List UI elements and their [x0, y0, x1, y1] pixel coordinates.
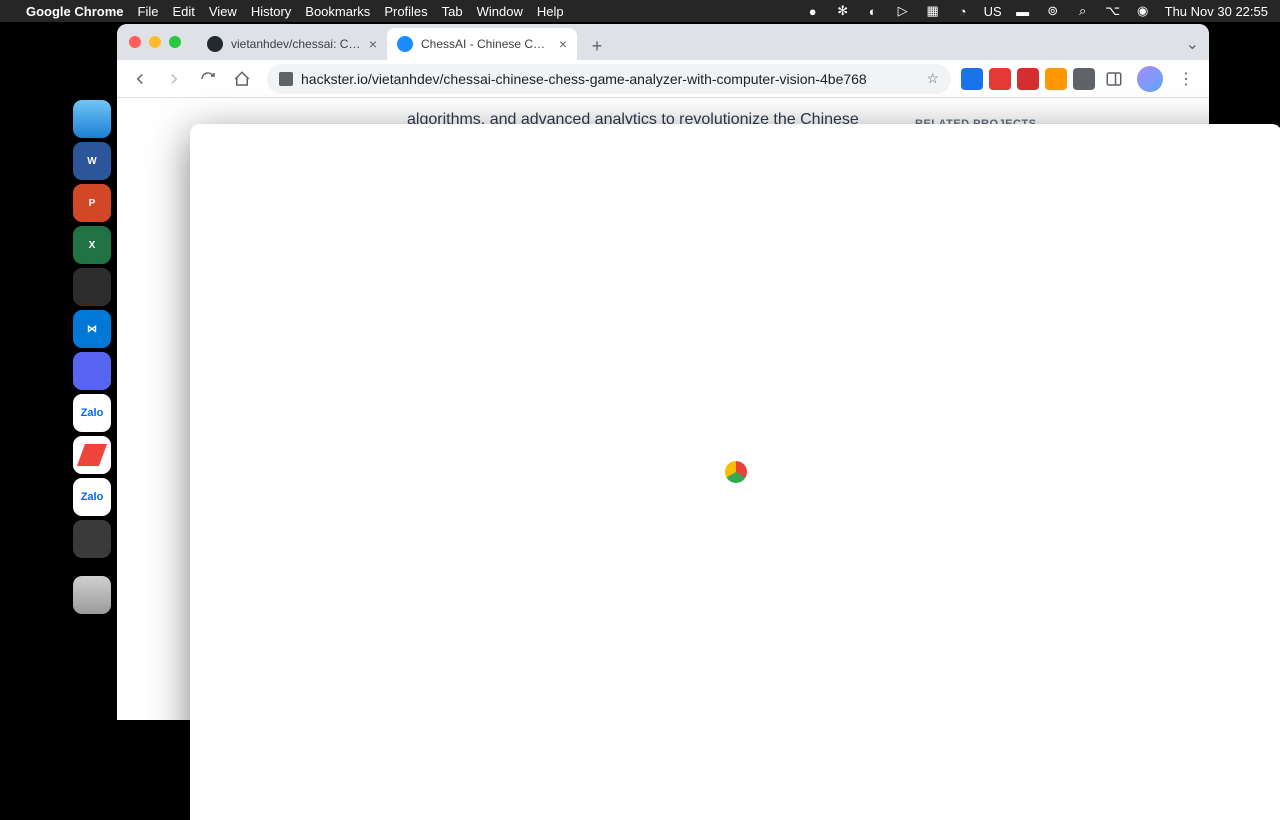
- status-icon[interactable]: ◐: [865, 3, 881, 19]
- extension-icon[interactable]: [961, 68, 983, 90]
- dock-anydesk[interactable]: [73, 436, 111, 474]
- tab-title: vietanhdev/chessai: Chinese: [231, 37, 361, 51]
- tab-close-icon[interactable]: ×: [559, 36, 567, 52]
- back-button[interactable]: [125, 64, 155, 94]
- dock-chrome[interactable]: [190, 124, 1280, 820]
- window-close[interactable]: [129, 36, 141, 48]
- dock-discord[interactable]: [73, 352, 111, 390]
- reload-button[interactable]: [193, 64, 223, 94]
- settings-icon[interactable]: ✻: [835, 3, 851, 19]
- play-icon[interactable]: ▷: [895, 3, 911, 19]
- menu-view[interactable]: View: [209, 4, 237, 19]
- menu-window[interactable]: Window: [477, 4, 523, 19]
- control-center-icon[interactable]: ⌥: [1105, 3, 1121, 19]
- input-source[interactable]: US: [985, 3, 1001, 19]
- menu-file[interactable]: File: [138, 4, 159, 19]
- dock-quicktime[interactable]: [73, 520, 111, 558]
- toolbar: hackster.io/vietanhdev/chessai-chinese-c…: [117, 60, 1209, 98]
- app-name[interactable]: Google Chrome: [26, 4, 124, 19]
- new-tab-button[interactable]: +: [583, 32, 611, 60]
- dock-terminal[interactable]: [73, 268, 111, 306]
- battery-icon[interactable]: ▬: [1015, 3, 1031, 19]
- site-info-icon[interactable]: [279, 72, 293, 86]
- wifi-icon[interactable]: ⊚: [1045, 3, 1061, 19]
- extension-icon[interactable]: [1045, 68, 1067, 90]
- forward-button[interactable]: [159, 64, 189, 94]
- tab-hackster[interactable]: ChessAI - Chinese Chess Ga ×: [387, 28, 577, 60]
- profile-avatar[interactable]: [1137, 66, 1163, 92]
- url-text: hackster.io/vietanhdev/chessai-chinese-c…: [301, 71, 918, 87]
- side-panel-icon[interactable]: [1099, 64, 1129, 94]
- window-zoom[interactable]: [169, 36, 181, 48]
- menu-tab[interactable]: Tab: [442, 4, 463, 19]
- dock: W P X ⋈ Zalo Zalo: [73, 100, 115, 614]
- hackster-favicon: [397, 36, 413, 52]
- dock-powerpoint[interactable]: P: [73, 184, 111, 222]
- tab-close-icon[interactable]: ×: [369, 36, 377, 52]
- extension-icon[interactable]: [1017, 68, 1039, 90]
- menu-profiles[interactable]: Profiles: [384, 4, 427, 19]
- tab-title: ChessAI - Chinese Chess Ga: [421, 37, 551, 51]
- home-button[interactable]: [227, 64, 257, 94]
- clock-icon[interactable]: ◔: [955, 3, 971, 19]
- menu-help[interactable]: Help: [537, 4, 564, 19]
- menu-bookmarks[interactable]: Bookmarks: [305, 4, 370, 19]
- grid-icon[interactable]: ▦: [925, 3, 941, 19]
- window-minimize[interactable]: [149, 36, 161, 48]
- clock[interactable]: Thu Nov 30 22:55: [1165, 4, 1268, 19]
- siri-icon[interactable]: ◉: [1135, 3, 1151, 19]
- menu-history[interactable]: History: [251, 4, 291, 19]
- url-bar[interactable]: hackster.io/vietanhdev/chessai-chinese-c…: [267, 64, 951, 94]
- record-icon[interactable]: ●: [805, 3, 821, 19]
- dock-word[interactable]: W: [73, 142, 111, 180]
- tabstrip: vietanhdev/chessai: Chinese × ChessAI - …: [117, 24, 1209, 60]
- extension-icon[interactable]: [989, 68, 1011, 90]
- chrome-menu-icon[interactable]: ⋮: [1171, 64, 1201, 94]
- tab-github[interactable]: vietanhdev/chessai: Chinese ×: [197, 28, 387, 60]
- dock-zalo[interactable]: Zalo: [73, 394, 111, 432]
- search-icon[interactable]: ⌕: [1075, 3, 1091, 19]
- dock-vscode[interactable]: ⋈: [73, 310, 111, 348]
- dock-excel[interactable]: X: [73, 226, 111, 264]
- menu-edit[interactable]: Edit: [172, 4, 194, 19]
- extensions-puzzle-icon[interactable]: [1073, 68, 1095, 90]
- bookmark-icon[interactable]: ☆: [926, 70, 939, 87]
- github-favicon: [207, 36, 223, 52]
- dock-zalo-2[interactable]: Zalo: [73, 478, 111, 516]
- dock-finder[interactable]: [73, 100, 111, 138]
- macos-menubar: Google Chrome File Edit View History Boo…: [0, 0, 1280, 22]
- tabs-menu-icon[interactable]: ⌄: [1186, 34, 1199, 54]
- dock-trash[interactable]: [73, 576, 111, 614]
